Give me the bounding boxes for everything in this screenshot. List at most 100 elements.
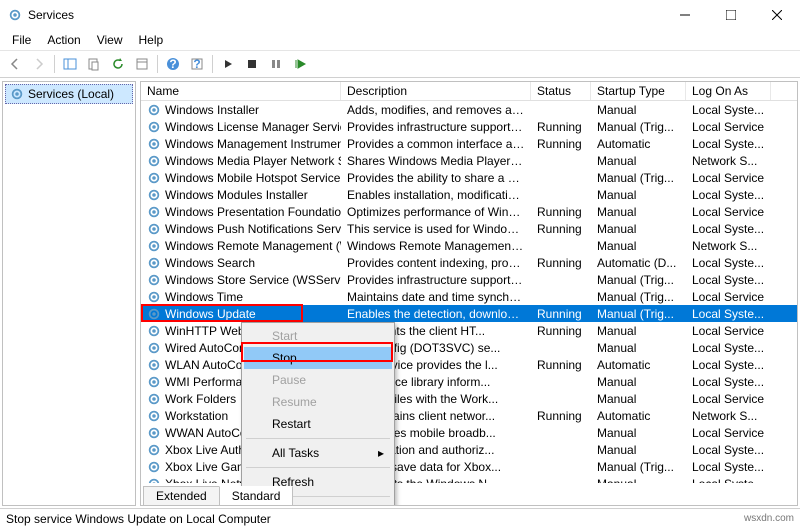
pause-service-button[interactable] (265, 53, 287, 75)
service-name: Windows Modules Installer (165, 188, 308, 202)
service-row[interactable]: Windows Media Player Network Shar...Shar… (141, 152, 797, 169)
service-row[interactable]: WMI Performance Adaerformance library in… (141, 373, 797, 390)
stop-service-button[interactable] (241, 53, 263, 75)
menubar: File Action View Help (0, 30, 800, 50)
gear-icon (147, 324, 161, 338)
service-name: Windows Media Player Network Shar... (165, 154, 341, 168)
service-name: Windows Time (165, 290, 243, 304)
menu-help[interactable]: Help (131, 31, 172, 49)
back-button[interactable] (4, 53, 26, 75)
menu-item-start: Start (244, 325, 392, 347)
service-row[interactable]: Windows Presentation Foundation F...Opti… (141, 203, 797, 220)
service-desc: Adds, modifies, and removes applica... (341, 101, 531, 119)
service-row[interactable]: WinHTTP Web Proxy Amplements the client … (141, 322, 797, 339)
context-menu[interactable]: StartStopPauseResumeRestartAll Tasks▸Ref… (241, 322, 395, 506)
tree-root[interactable]: Services (Local) (5, 84, 133, 104)
tab-standard[interactable]: Standard (219, 486, 294, 506)
menu-separator (246, 467, 390, 468)
service-logon: Local Syste... (686, 356, 771, 374)
service-row[interactable]: Windows Push Notifications ServiceThis s… (141, 220, 797, 237)
forward-button[interactable] (28, 53, 50, 75)
service-row[interactable]: WWAN AutoConfige manages mobile broadb..… (141, 424, 797, 441)
service-status (531, 193, 591, 197)
gear-icon (147, 358, 161, 372)
service-startup: Manual (Trig... (591, 458, 686, 476)
service-rows[interactable]: Windows InstallerAdds, modifies, and rem… (141, 101, 797, 483)
service-startup: Manual (Trig... (591, 169, 686, 187)
titlebar: Services (0, 0, 800, 30)
service-row[interactable]: Windows Management Instrumentati...Provi… (141, 135, 797, 152)
statusbar: Stop service Windows Update on Local Com… (0, 508, 800, 528)
service-logon: Local Service (686, 424, 771, 442)
col-logon-as[interactable]: Log On As (686, 82, 771, 100)
service-startup: Manual (591, 237, 686, 255)
refresh-button[interactable] (107, 53, 129, 75)
gear-icon (147, 103, 161, 117)
col-status[interactable]: Status (531, 82, 591, 100)
service-logon: Local Syste... (686, 135, 771, 153)
service-row[interactable]: Xbox Live Auth Managuthentication and au… (141, 441, 797, 458)
service-row[interactable]: Windows Mobile Hotspot ServiceProvides t… (141, 169, 797, 186)
list-header: Name Description Status Startup Type Log… (141, 82, 797, 101)
show-hide-tree-button[interactable] (59, 53, 81, 75)
help-button[interactable]: ? (162, 53, 184, 75)
export-button[interactable] (83, 53, 105, 75)
menu-file[interactable]: File (4, 31, 39, 49)
gear-icon (147, 392, 161, 406)
gear-icon (147, 273, 161, 287)
service-row[interactable]: Windows InstallerAdds, modifies, and rem… (141, 101, 797, 118)
tree-pane[interactable]: Services (Local) (2, 81, 136, 506)
menu-view[interactable]: View (89, 31, 131, 49)
svg-text:?: ? (169, 57, 176, 71)
menu-item-pause: Pause (244, 369, 392, 391)
service-row[interactable]: Windows TimeMaintains date and time sync… (141, 288, 797, 305)
menu-item-stop[interactable]: Stop (244, 347, 392, 369)
service-startup: Manual (591, 475, 686, 484)
service-status (531, 380, 591, 384)
service-row[interactable]: Work Folderse syncs files with the Work.… (141, 390, 797, 407)
service-row[interactable]: Windows Store Service (WSService)Provide… (141, 271, 797, 288)
col-name[interactable]: Name (141, 82, 341, 100)
service-row[interactable]: Windows SearchProvides content indexing,… (141, 254, 797, 271)
service-row[interactable]: Windows Remote Management (WS...Windows … (141, 237, 797, 254)
window-title: Services (28, 8, 74, 22)
service-logon: Local Syste... (686, 220, 771, 238)
service-status (531, 278, 591, 282)
service-row[interactable]: Windows UpdateEnables the detection, dow… (141, 305, 797, 322)
service-startup: Manual (591, 390, 686, 408)
menu-item-restart[interactable]: Restart (244, 413, 392, 435)
service-row[interactable]: Xbox Live Game Savee syncs save data for… (141, 458, 797, 475)
service-logon: Local Syste... (686, 441, 771, 459)
service-row[interactable]: Windows License Manager ServiceProvides … (141, 118, 797, 135)
service-logon: Local Syste... (686, 305, 771, 323)
service-status (531, 295, 591, 299)
col-startup-type[interactable]: Startup Type (591, 82, 686, 100)
service-status: Running (531, 220, 591, 238)
close-button[interactable] (754, 0, 800, 30)
service-status (531, 244, 591, 248)
service-startup: Automatic (591, 135, 686, 153)
tab-extended[interactable]: Extended (143, 486, 220, 506)
service-status: Running (531, 203, 591, 221)
service-name: Windows Presentation Foundation F... (165, 205, 341, 219)
menu-action[interactable]: Action (39, 31, 88, 49)
service-startup: Manual (591, 152, 686, 170)
help2-button[interactable]: ? (186, 53, 208, 75)
maximize-button[interactable] (708, 0, 754, 30)
service-row[interactable]: Windows Modules InstallerEnables install… (141, 186, 797, 203)
menu-item-all-tasks[interactable]: All Tasks▸ (244, 442, 392, 464)
properties-button[interactable] (131, 53, 153, 75)
service-status (531, 176, 591, 180)
service-name: Windows License Manager Service (165, 120, 341, 134)
service-row[interactable]: WLAN AutoConfigSVC service provides the … (141, 356, 797, 373)
col-description[interactable]: Description (341, 82, 531, 100)
restart-service-button[interactable] (289, 53, 311, 75)
service-logon: Local Syste... (686, 186, 771, 204)
minimize-button[interactable] (662, 0, 708, 30)
service-row[interactable]: Xbox Live Networkinge supports the Windo… (141, 475, 797, 483)
service-row[interactable]: Workstationnd maintains client networ...… (141, 407, 797, 424)
gear-icon (147, 171, 161, 185)
service-name: Work Folders (165, 392, 236, 406)
service-row[interactable]: Wired AutoConfigAutoConfig (DOT3SVC) se.… (141, 339, 797, 356)
start-service-button[interactable] (217, 53, 239, 75)
